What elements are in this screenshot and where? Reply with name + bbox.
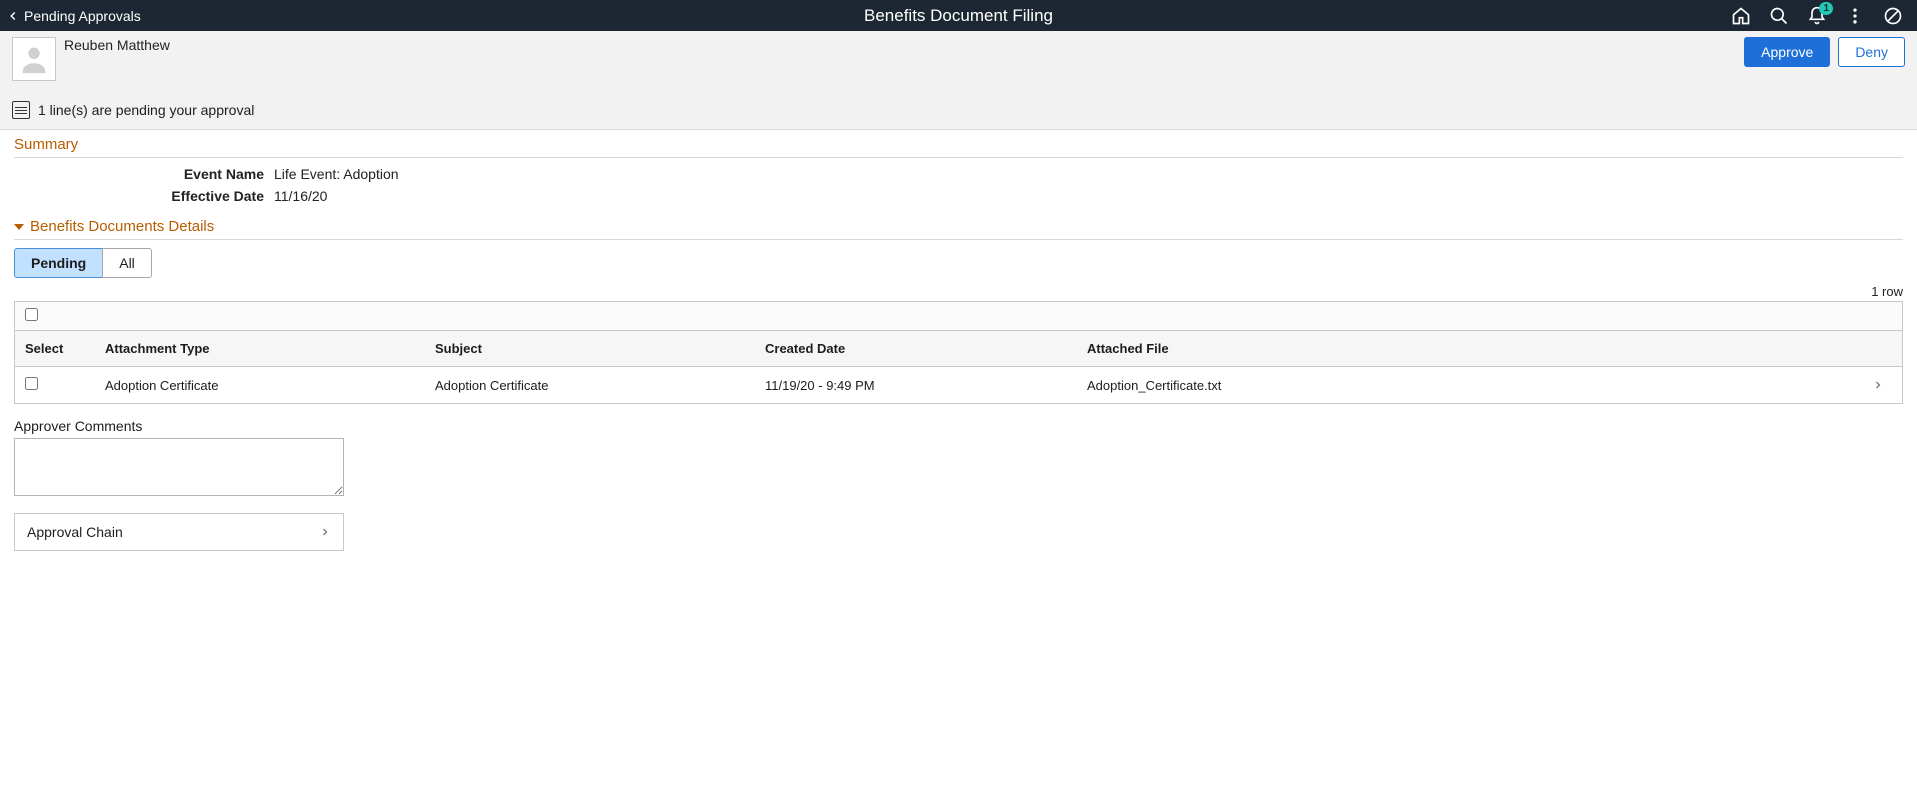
chevron-right-icon [1872,379,1884,391]
col-header-arrow [1862,331,1902,366]
details-rule [14,239,1903,240]
chevron-left-icon [6,9,20,23]
person-icon [17,42,51,76]
more-button[interactable] [1843,4,1867,28]
tab-all[interactable]: All [102,248,152,278]
col-header-file: Attached File [1077,331,1862,366]
action-buttons: Approve Deny [1744,37,1905,67]
avatar [12,37,56,81]
row-created: 11/19/20 - 9:49 PM [755,368,1077,403]
approval-chain-chevron [319,526,331,538]
content: Summary Event Name Life Event: Adoption … [0,136,1917,571]
summary-rule [14,157,1903,158]
row-subject: Adoption Certificate [425,368,755,403]
banner-actions: 1 [1729,4,1911,28]
circle-slash-icon [1883,6,1903,26]
grid-header: Select Attachment Type Subject Created D… [15,331,1902,367]
home-button[interactable] [1729,4,1753,28]
select-all-checkbox[interactable] [25,308,38,321]
col-header-subject: Subject [425,331,755,366]
col-header-type: Attachment Type [95,331,425,366]
approval-chain-label: Approval Chain [27,524,123,540]
row-count: 1 row [14,284,1903,299]
grid-selectall-row [15,302,1902,331]
details-tabs: Pending All [14,248,1903,278]
person-name: Reuben Matthew [64,37,170,53]
person-row: Reuben Matthew Approve Deny [12,37,1905,81]
approval-chain-button[interactable]: Approval Chain [14,513,344,551]
notifications-button[interactable]: 1 [1805,4,1829,28]
row-type: Adoption Certificate [95,368,425,403]
page-title: Benefits Document Filing [864,6,1053,26]
back-button[interactable]: Pending Approvals [6,8,141,24]
row-checkbox[interactable] [25,377,38,390]
tab-pending[interactable]: Pending [14,248,103,278]
row-select-cell [15,367,95,403]
row-open[interactable] [1862,369,1902,401]
subheader: Reuben Matthew Approve Deny 1 line(s) ar… [0,31,1917,130]
pending-bar: 1 line(s) are pending your approval [12,91,1905,129]
col-header-select: Select [15,331,95,366]
search-button[interactable] [1767,4,1791,28]
comments-label: Approver Comments [14,418,1903,434]
chevron-right-icon [319,526,331,538]
event-name-value: Life Event: Adoption [274,166,399,182]
summary-event-row: Event Name Life Event: Adoption [14,166,1903,182]
back-label: Pending Approvals [24,8,141,24]
notification-badge: 1 [1819,2,1833,15]
details-title: Benefits Documents Details [30,218,214,235]
documents-grid: Select Attachment Type Subject Created D… [14,301,1903,404]
table-row: Adoption Certificate Adoption Certificat… [15,367,1902,403]
effective-date-label: Effective Date [14,188,274,204]
event-name-label: Event Name [14,166,274,182]
kebab-icon [1845,6,1865,26]
pending-notice: 1 line(s) are pending your approval [38,102,254,118]
search-icon [1769,6,1789,26]
app-banner: Pending Approvals Benefits Document Fili… [0,0,1917,31]
list-icon [12,101,30,119]
summary-title: Summary [14,136,1903,153]
comments-textarea[interactable] [14,438,344,496]
deny-button[interactable]: Deny [1838,37,1905,67]
row-file: Adoption_Certificate.txt [1077,368,1862,403]
home-icon [1731,6,1751,26]
details-toggle[interactable]: Benefits Documents Details [14,218,1903,235]
summary-date-row: Effective Date 11/16/20 [14,188,1903,204]
effective-date-value: 11/16/20 [274,188,327,204]
caret-down-icon [14,224,24,230]
accessibility-button[interactable] [1881,4,1905,28]
col-header-created: Created Date [755,331,1077,366]
approve-button[interactable]: Approve [1744,37,1830,67]
